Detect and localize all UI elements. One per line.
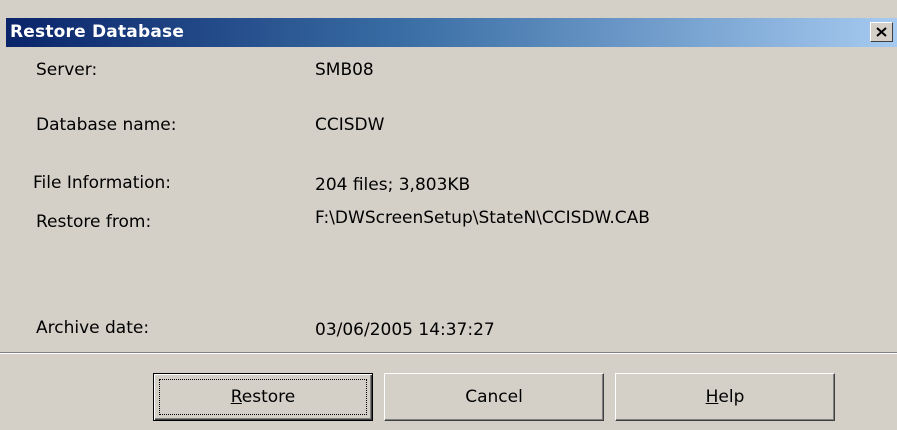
help-button-label: Help — [705, 387, 745, 407]
window-title: Restore Database — [10, 22, 185, 42]
database-name-value: CCISDW — [315, 115, 385, 135]
restore-database-dialog: Restore Database Server: SMB08 Database … — [0, 0, 897, 430]
archive-date-label: Archive date: — [36, 318, 150, 338]
close-button[interactable] — [870, 22, 893, 42]
divider — [0, 352, 897, 354]
title-bar[interactable]: Restore Database — [6, 18, 897, 47]
server-value: SMB08 — [315, 60, 374, 80]
help-button[interactable]: Help — [615, 373, 835, 421]
file-information-value: 204 files; 3,803KB — [315, 175, 471, 195]
close-icon — [876, 27, 887, 37]
file-information-label: File Information: — [33, 173, 171, 193]
database-name-label: Database name: — [36, 115, 177, 135]
cancel-button-label: Cancel — [465, 387, 523, 407]
cancel-button[interactable]: Cancel — [384, 373, 604, 421]
server-label: Server: — [36, 60, 98, 80]
archive-date-value: 03/06/2005 14:37:27 — [315, 320, 495, 340]
restore-from-value: F:\DWScreenSetup\StateN\CCISDW.CAB — [315, 208, 650, 228]
restore-button[interactable]: Restore — [153, 373, 373, 421]
restore-from-label: Restore from: — [36, 212, 152, 232]
restore-button-label: Restore — [230, 387, 296, 407]
